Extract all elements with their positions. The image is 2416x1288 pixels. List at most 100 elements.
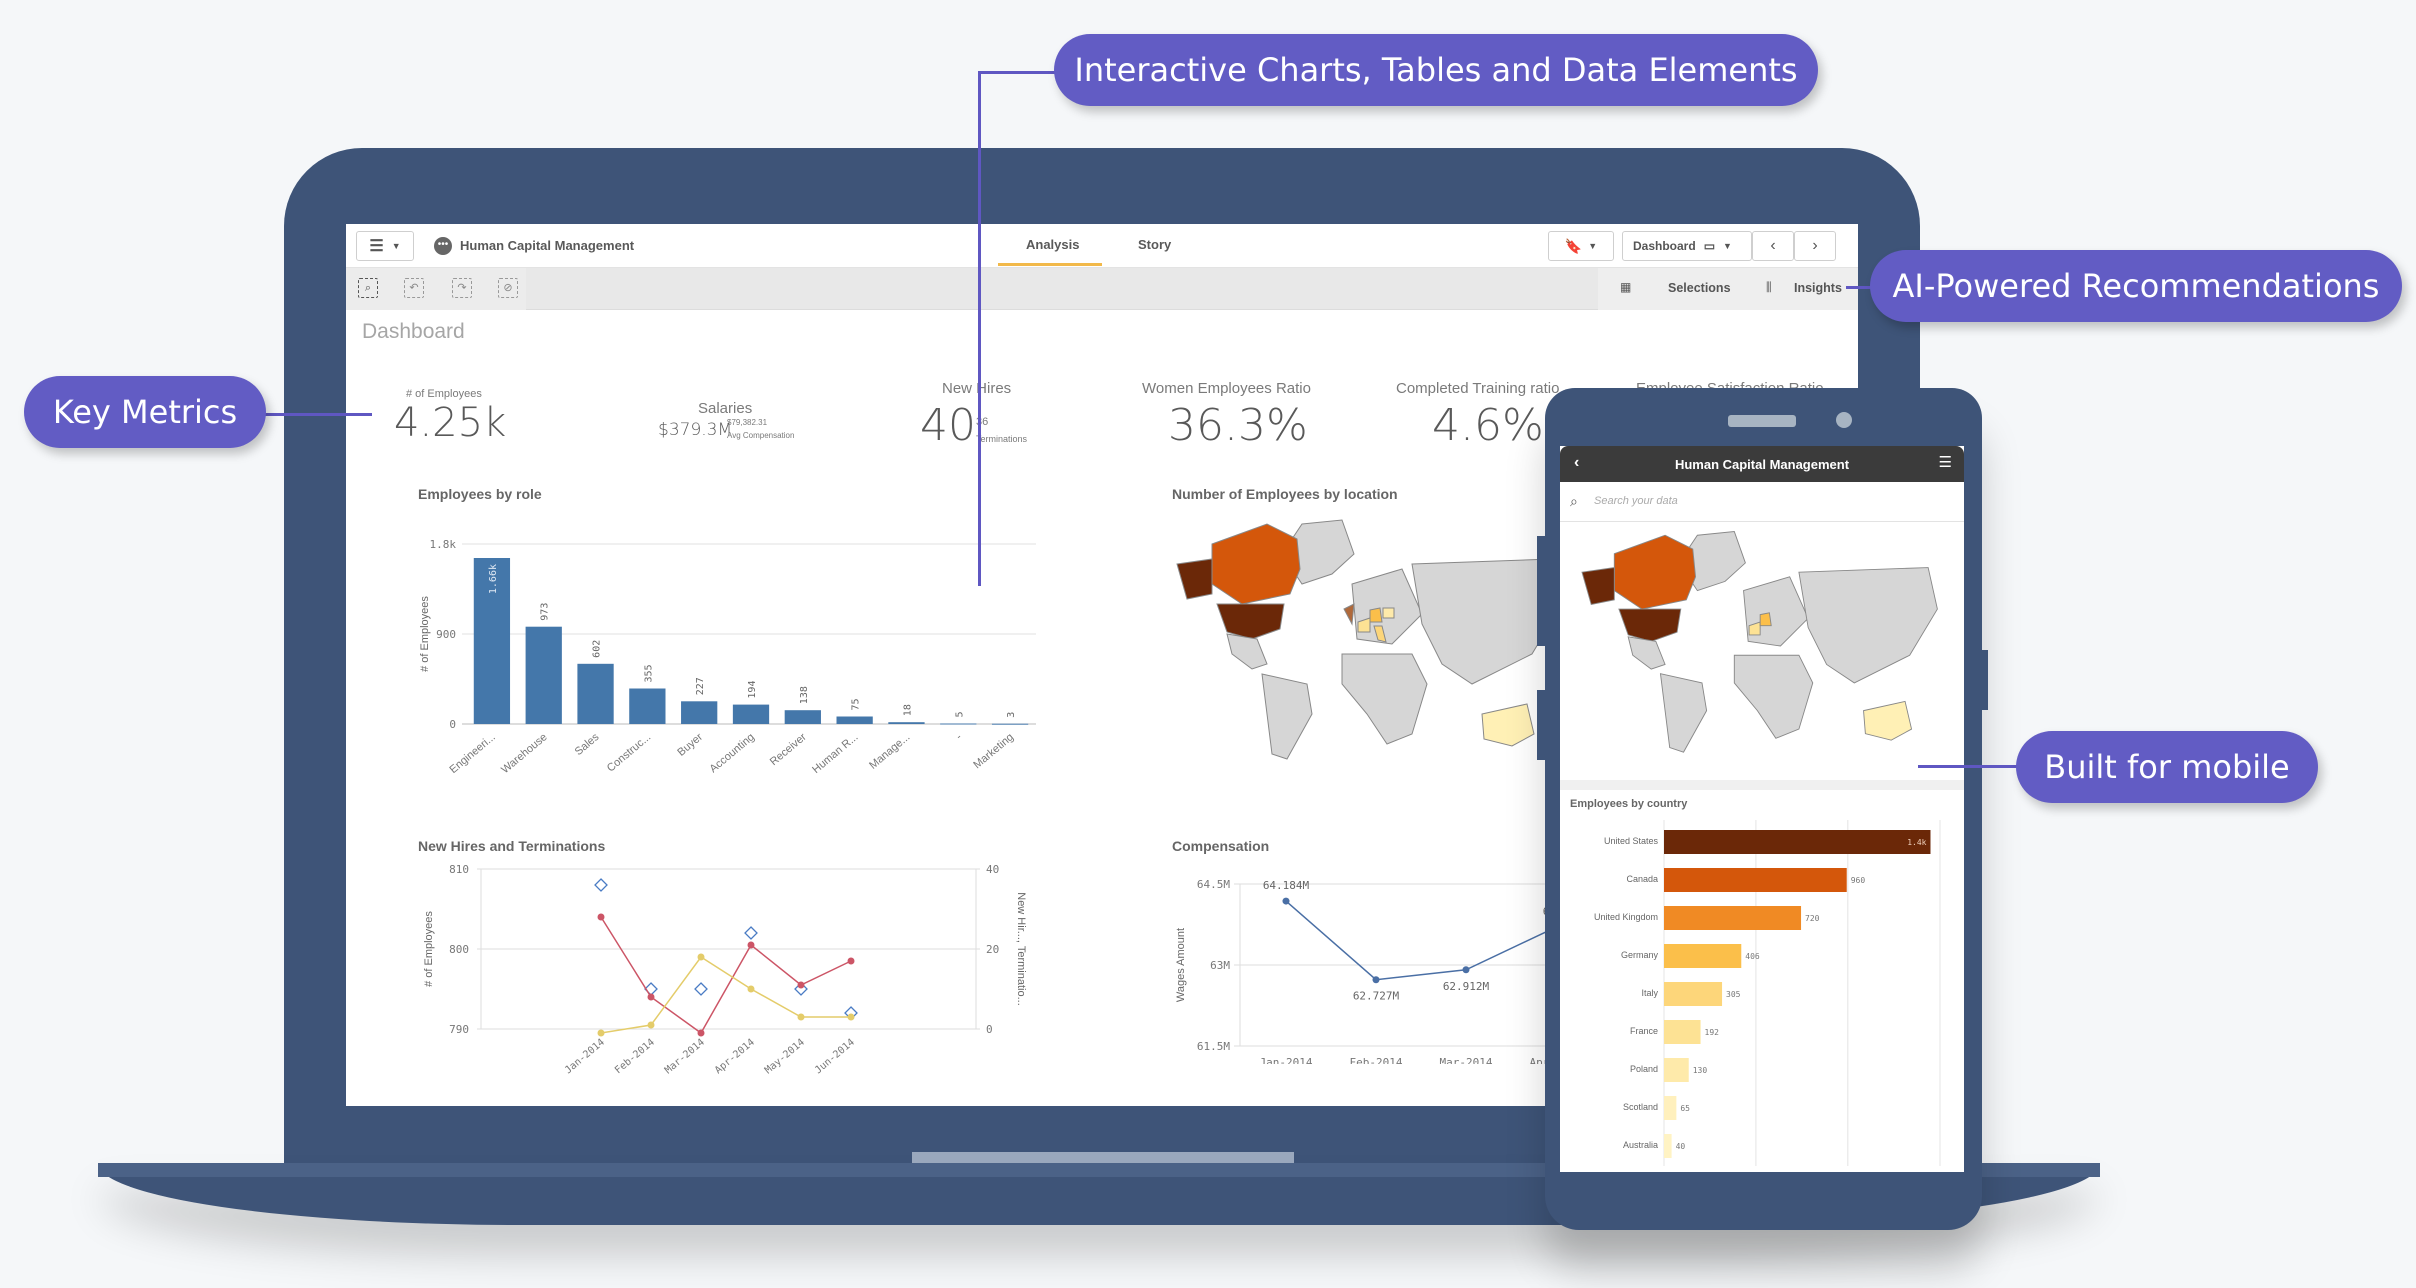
kpi-new-hires-value[interactable]: 40 [920, 400, 976, 451]
data-point[interactable] [1282, 897, 1290, 905]
bar[interactable] [1664, 1134, 1672, 1158]
bar[interactable] [1664, 906, 1802, 930]
x-tick-label: Mar-2014 [663, 1037, 707, 1076]
tab-analysis[interactable]: Analysis [1026, 237, 1079, 252]
bar[interactable] [681, 701, 718, 724]
data-point[interactable] [847, 1013, 855, 1021]
phone-camera [1836, 412, 1852, 428]
data-point[interactable] [697, 953, 705, 961]
data-point[interactable] [597, 1029, 605, 1037]
bar[interactable] [991, 723, 1029, 725]
data-point-diamond[interactable] [744, 926, 758, 940]
map-central-america[interactable] [1226, 633, 1268, 670]
map-uk[interactable] [1343, 603, 1355, 626]
bar[interactable] [1664, 944, 1742, 968]
data-point-diamond[interactable] [694, 982, 708, 996]
series-line-compensation[interactable] [1285, 900, 1557, 981]
insights-button[interactable]: Insights [1794, 281, 1842, 295]
map-poland[interactable] [1382, 607, 1395, 619]
mobile-search-bar[interactable]: ⌕ Search your data [1560, 482, 1964, 522]
data-label: 1.4k [1907, 838, 1926, 847]
y-tick-label: United Kingdom [1594, 912, 1658, 922]
map-canada[interactable] [1211, 523, 1301, 605]
kpi-salaries-value[interactable]: $379.3M [658, 420, 732, 440]
data-point-diamond[interactable] [594, 878, 608, 892]
hamburger-icon[interactable]: ☰ [1939, 453, 1952, 471]
data-point[interactable] [747, 941, 755, 949]
bar[interactable] [1664, 982, 1723, 1006]
compensation-chart[interactable]: 61.5M 63M 64.5M Wages Amount 64.184M Jan-2014… [1160, 864, 1560, 1064]
x-tick-label: Mar-2014 [1440, 1056, 1493, 1064]
employees-map[interactable] [1172, 514, 1572, 774]
step-back-icon[interactable]: ↶ [404, 278, 424, 298]
bookmarks-button[interactable]: 🔖 ▼ [1548, 231, 1614, 261]
data-point[interactable] [697, 1029, 705, 1037]
map-south-america[interactable] [1261, 673, 1313, 760]
new-hires-terminations-chart[interactable]: 790 0 800 20 810 40 # of Employees New Hir..., … [406, 854, 1046, 1084]
callout-connector [978, 71, 1058, 74]
data-label: 65 [1680, 1104, 1690, 1113]
data-point[interactable] [847, 957, 855, 965]
bar[interactable] [940, 723, 977, 725]
map-europe[interactable] [1743, 576, 1809, 647]
sheet-selector[interactable]: Dashboard ▭ ▼ [1622, 231, 1752, 261]
employees-by-role-chart[interactable]: 0 900 1.8k # of Employees 1.66k Engineeri... 9… [406, 504, 1046, 784]
map-germany[interactable] [1759, 612, 1772, 627]
map-europe[interactable] [1351, 568, 1423, 645]
bar[interactable] [1664, 1096, 1677, 1120]
data-point[interactable] [1462, 966, 1470, 974]
data-label: 720 [1805, 914, 1820, 923]
data-point[interactable] [797, 1013, 805, 1021]
tab-story[interactable]: Story [1138, 237, 1171, 252]
step-forward-icon[interactable]: ↷ [452, 278, 472, 298]
map-south-america[interactable] [1659, 673, 1708, 753]
bar[interactable] [784, 710, 821, 724]
data-point[interactable] [647, 993, 655, 1001]
map-asia[interactable] [1798, 567, 1938, 684]
bar[interactable] [1664, 868, 1847, 892]
app-icon: ••• [434, 237, 452, 255]
map-alaska[interactable] [1581, 567, 1615, 605]
previous-sheet-button[interactable]: ‹ [1752, 231, 1794, 261]
bar[interactable] [1664, 1020, 1701, 1044]
series-line-new-hires[interactable] [600, 916, 852, 1035]
map-australia[interactable] [1863, 700, 1913, 741]
data-point[interactable] [797, 981, 805, 989]
mobile-divider [1560, 780, 1964, 790]
map-alaska[interactable] [1176, 558, 1213, 600]
kpi-women-ratio-value[interactable]: 36.3% [1168, 400, 1308, 451]
y-tick-label: 0 [449, 718, 456, 731]
bar[interactable] [1664, 1058, 1689, 1082]
data-point[interactable] [747, 985, 755, 993]
navigation-menu-button[interactable]: ☰ ▼ [356, 231, 414, 261]
bar[interactable] [577, 663, 614, 724]
map-canada[interactable] [1613, 534, 1697, 610]
smart-search-icon[interactable]: ⌕ [358, 278, 378, 298]
bar[interactable] [732, 704, 770, 724]
map-central-america[interactable] [1627, 636, 1666, 670]
x-tick-label: Sales [573, 731, 602, 758]
data-point[interactable] [647, 1021, 655, 1029]
next-sheet-button[interactable]: › [1794, 231, 1836, 261]
map-africa[interactable] [1733, 654, 1814, 739]
selections-button[interactable]: Selections [1668, 281, 1731, 295]
kpi-avg-compensation-value: $79,382.31 [727, 418, 768, 427]
map-australia[interactable] [1481, 703, 1535, 747]
bar[interactable] [525, 626, 562, 724]
map-germany[interactable] [1369, 607, 1383, 623]
mobile-employees-map[interactable] [1566, 526, 1958, 766]
data-point[interactable] [597, 913, 605, 921]
map-africa[interactable] [1341, 653, 1428, 745]
series-line-terminations[interactable] [600, 955, 851, 1034]
bar[interactable] [836, 716, 873, 725]
employees-by-country-chart[interactable]: United States 1.4k Canada 960 United Kingdom… [1560, 814, 1964, 1172]
clear-selections-icon[interactable]: ⊘ [498, 278, 518, 298]
bar[interactable] [888, 722, 925, 724]
bar[interactable] [629, 688, 666, 725]
kpi-employees-value[interactable]: 4.25k [394, 400, 506, 446]
bar[interactable] [1664, 830, 1931, 854]
data-point[interactable] [1372, 976, 1380, 984]
kpi-training-value[interactable]: 4.6% [1432, 400, 1544, 451]
x-tick-label: Jan-2014 [1260, 1056, 1313, 1064]
mobile-search-input[interactable]: Search your data [1594, 495, 1678, 507]
